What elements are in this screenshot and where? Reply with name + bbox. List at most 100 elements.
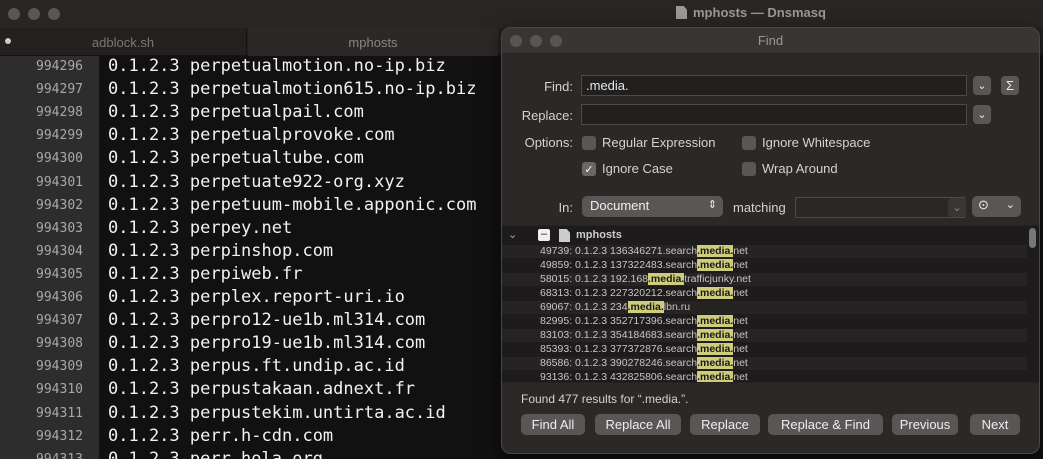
result-text: net <box>733 329 748 341</box>
result-text: 69067: 0.1.2.3 234 <box>540 301 628 313</box>
tab-adblock[interactable]: adblock.sh <box>0 28 247 56</box>
code-line[interactable]: 0.1.2.3 perpetualpail.com <box>108 102 364 122</box>
code-line[interactable]: 0.1.2.3 perpinshop.com <box>108 241 333 261</box>
code-line[interactable]: 0.1.2.3 perpus.ft.undip.ac.id <box>108 356 405 376</box>
code-line[interactable]: 0.1.2.3 perr.h-cdn.com <box>108 426 333 446</box>
line-number: 994298 <box>36 105 83 121</box>
result-text: lbn.ru <box>663 301 691 313</box>
more-options-popup[interactable]: ⊙ ⌄ <box>972 196 1021 217</box>
window-title: mphosts — Dnsmasq <box>676 5 826 20</box>
chevron-down-icon: ⌄ <box>952 202 962 214</box>
find-all-button[interactable]: Find All <box>521 414 585 435</box>
code-line[interactable]: 0.1.2.3 perpetualprovoke.com <box>108 125 395 145</box>
modified-dot-icon <box>5 38 11 44</box>
result-text: 68313: 0.1.2.3 227320212.search <box>540 287 698 299</box>
result-text: net <box>733 259 748 271</box>
result-line[interactable]: 49739: 0.1.2.3 136346271.search.media.ne… <box>540 245 748 258</box>
result-text: 85393: 0.1.2.3 377372876.search <box>540 343 698 355</box>
matching-dropdown-button[interactable]: ⌄ <box>948 198 966 217</box>
line-number: 994297 <box>36 82 83 98</box>
code-line[interactable]: 0.1.2.3 perpetuate922-org.xyz <box>108 172 405 192</box>
result-text: 49859: 0.1.2.3 137322483.search <box>540 259 698 271</box>
replace-button[interactable]: Replace <box>690 414 760 435</box>
ignore-case-checkbox[interactable]: ✓ <box>582 162 596 176</box>
result-text: 58015: 0.1.2.3 192.168 <box>540 273 649 285</box>
result-text: 49739: 0.1.2.3 136346271.search <box>540 245 698 257</box>
code-line[interactable]: 0.1.2.3 perpetuum-mobile.apponic.com <box>108 195 476 215</box>
wrap-around-label: Wrap Around <box>762 161 838 176</box>
find-titlebar: Find <box>502 28 1039 54</box>
code-line[interactable]: 0.1.2.3 perpustekim.untirta.ac.id <box>108 403 446 423</box>
previous-button[interactable]: Previous <box>892 414 958 435</box>
result-text: 83103: 0.1.2.3 354184683.search <box>540 329 698 341</box>
disclosure-chevron-icon[interactable]: ⌄ <box>508 228 517 241</box>
find-input[interactable]: .media. <box>581 75 967 96</box>
ignore-whitespace-checkbox[interactable] <box>742 136 756 150</box>
line-number: 994296 <box>36 59 83 74</box>
find-label: Find: <box>544 79 573 94</box>
result-text: net <box>733 357 748 369</box>
line-number-gutter: 994296 994297 994298 994299 994300 994301 9943… <box>0 56 100 459</box>
results-list[interactable]: ⌄ – mphosts 49739: 0.1.2.3 136346271.sea… <box>502 225 1039 383</box>
options-label: Options: <box>524 135 573 150</box>
code-line[interactable]: 0.1.2.3 perpiweb.fr <box>108 264 302 284</box>
result-line[interactable]: 85393: 0.1.2.3 377372876.search.media.ne… <box>540 343 748 356</box>
replace-history-button[interactable]: ⌄ <box>973 105 991 124</box>
replace-all-button[interactable]: Replace All <box>595 414 681 435</box>
next-button[interactable]: Next <box>970 414 1020 435</box>
in-scope-popup[interactable]: Document ⇕ <box>582 196 723 217</box>
line-number: 994308 <box>36 336 83 352</box>
tab-mphosts[interactable]: mphosts <box>248 28 498 56</box>
result-line[interactable]: 69067: 0.1.2.3 234.media.lbn.ru <box>540 301 690 314</box>
code-line[interactable]: 0.1.2.3 perpetualmotion615.no-ip.biz <box>108 79 476 99</box>
minimize-window-button[interactable] <box>28 8 40 20</box>
ignore-case-label: Ignore Case <box>602 161 673 176</box>
regex-checkbox[interactable] <box>582 136 596 150</box>
line-number: 994310 <box>36 382 83 398</box>
results-scrollbar[interactable] <box>1029 228 1036 248</box>
result-line[interactable]: 68313: 0.1.2.3 227320212.search.media.ne… <box>540 287 748 300</box>
sigma-button[interactable]: Σ <box>1001 76 1019 95</box>
result-text: 82995: 0.1.2.3 352717396.search <box>540 315 698 327</box>
code-line[interactable]: 0.1.2.3 perpetualmotion.no-ip.biz <box>108 56 446 76</box>
matching-input[interactable] <box>795 197 965 218</box>
result-line[interactable]: 58015: 0.1.2.3 192.168.media.trafficjunk… <box>540 273 751 286</box>
file-checkbox[interactable]: – <box>538 229 550 241</box>
result-line[interactable]: 82995: 0.1.2.3 352717396.search.media.ne… <box>540 315 748 328</box>
result-match-highlight: .media. <box>648 273 685 285</box>
result-match-highlight: .media. <box>697 329 734 341</box>
close-window-button[interactable] <box>8 8 20 20</box>
line-number: 994313 <box>36 452 83 459</box>
file-icon <box>559 229 570 242</box>
result-text: net <box>733 315 748 327</box>
result-match-highlight: .media. <box>697 245 734 257</box>
ellipsis-circle-icon: ⊙ <box>978 197 989 212</box>
result-line[interactable]: 93136: 0.1.2.3 432825806.search.media.ne… <box>540 371 748 383</box>
result-text: net <box>733 371 748 383</box>
line-number: 994309 <box>36 359 83 375</box>
code-line[interactable]: 0.1.2.3 perpustakaan.adnext.fr <box>108 379 415 399</box>
result-line[interactable]: 49859: 0.1.2.3 137322483.search.media.ne… <box>540 259 748 272</box>
wrap-around-checkbox[interactable] <box>742 162 756 176</box>
line-number: 994301 <box>36 174 83 190</box>
regex-label: Regular Expression <box>602 135 716 150</box>
code-line[interactable]: 0.1.2.3 perplex.report-uri.io <box>108 287 405 307</box>
code-line[interactable]: 0.1.2.3 perpetualtube.com <box>108 148 364 168</box>
code-line[interactable]: 0.1.2.3 perpro12-ue1b.ml314.com <box>108 310 425 330</box>
code-line[interactable]: 0.1.2.3 perpro19-ue1b.ml314.com <box>108 333 425 353</box>
ignore-whitespace-label: Ignore Whitespace <box>762 135 871 150</box>
code-line[interactable]: 0.1.2.3 perr.hola.org <box>108 449 323 459</box>
code-line[interactable]: 0.1.2.3 perpey.net <box>108 218 292 238</box>
zoom-window-button[interactable] <box>48 8 60 20</box>
line-number: 994306 <box>36 290 83 305</box>
replace-and-find-button[interactable]: Replace & Find <box>768 414 883 435</box>
replace-input[interactable] <box>581 104 967 125</box>
result-line[interactable]: 83103: 0.1.2.3 354184683.search.media.ne… <box>540 329 748 342</box>
find-history-button[interactable]: ⌄ <box>973 76 991 95</box>
result-text: 93136: 0.1.2.3 432825806.search <box>540 371 698 383</box>
result-text: trafficjunky.net <box>684 273 751 285</box>
line-number: 994302 <box>36 197 83 213</box>
in-label: In: <box>558 200 573 215</box>
result-line[interactable]: 86586: 0.1.2.3 390278246.search.media.ne… <box>540 357 748 370</box>
result-match-highlight: .media. <box>697 315 734 327</box>
